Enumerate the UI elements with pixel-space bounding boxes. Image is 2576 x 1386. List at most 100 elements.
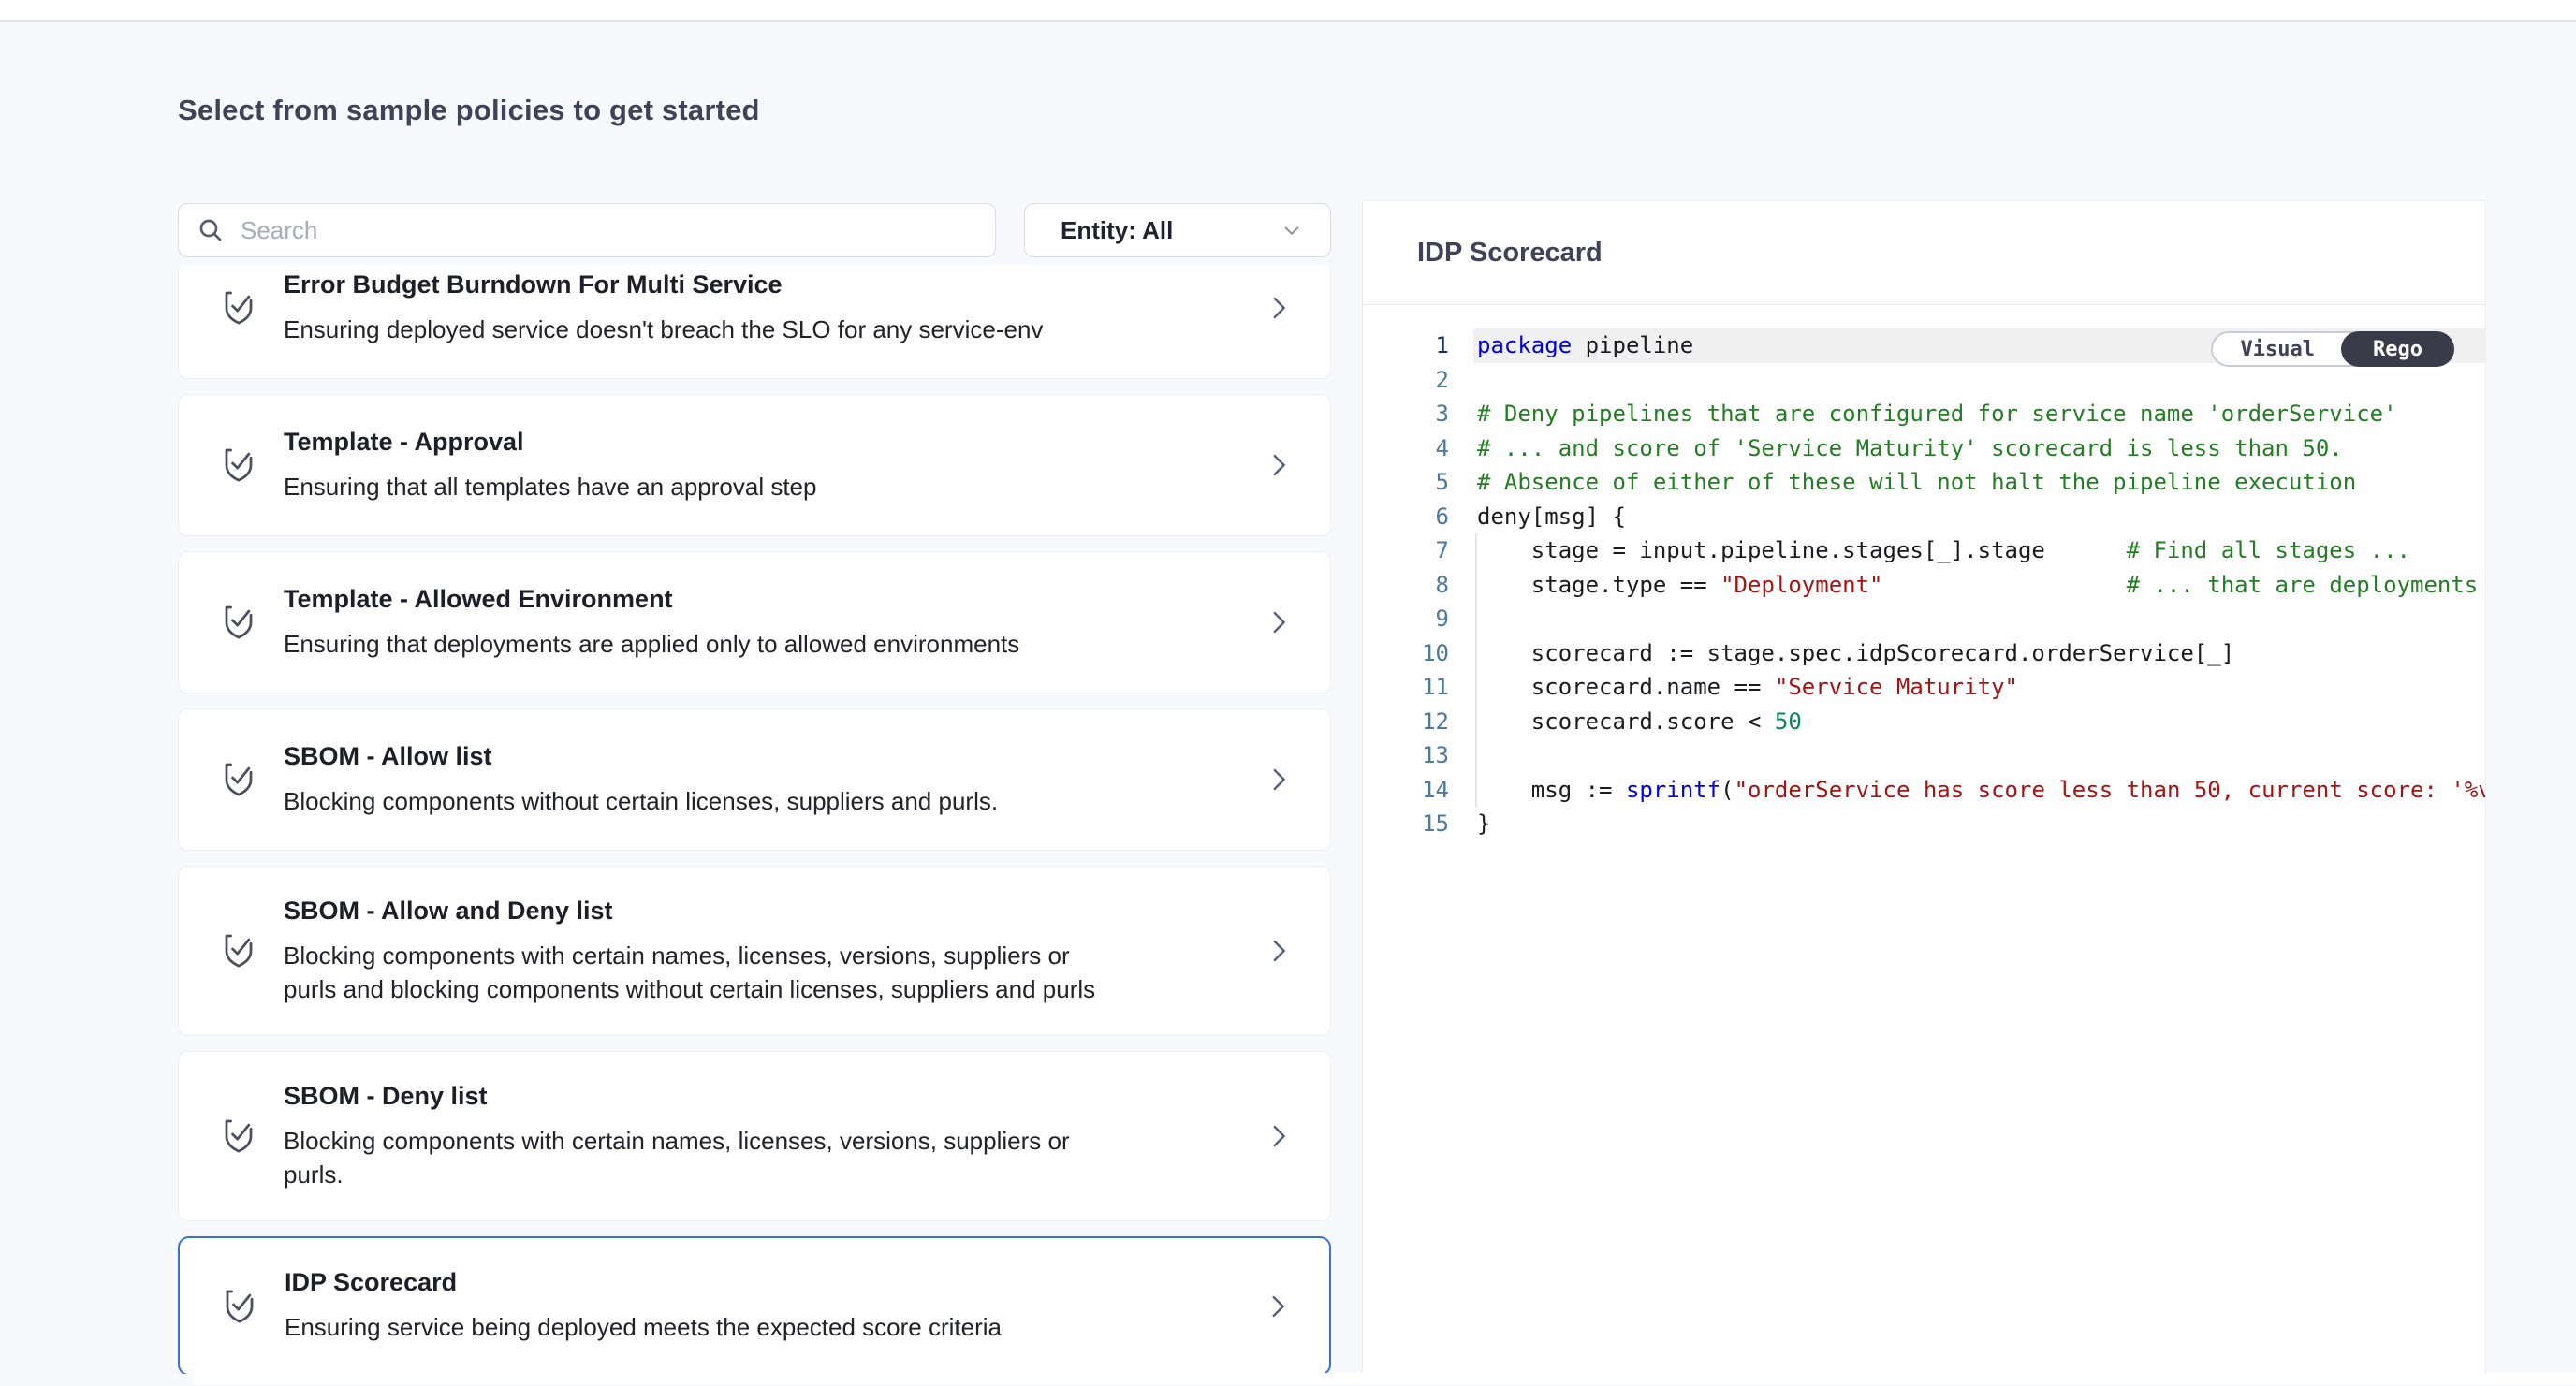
code-text: msg := sprintf("orderService has score l…	[1449, 777, 2485, 803]
entity-filter-label: Entity: All	[1061, 216, 1173, 245]
policy-card[interactable]: Error Budget Burndown For Multi Service …	[178, 265, 1331, 379]
visual-rego-toggle[interactable]: VisualRego	[2211, 331, 2454, 367]
line-number: 7	[1363, 537, 1449, 563]
chevron-right-icon	[1263, 764, 1295, 795]
policy-shield-check-icon	[218, 928, 259, 973]
chevron-right-icon	[1263, 606, 1295, 638]
policy-shield-check-icon	[219, 1284, 260, 1329]
search-input[interactable]	[239, 215, 978, 246]
line-number: 13	[1363, 742, 1449, 768]
policy-card[interactable]: SBOM - Allow and Deny list Blocking comp…	[178, 866, 1331, 1036]
search-icon	[196, 215, 226, 245]
entity-filter-dropdown[interactable]: Entity: All	[1024, 203, 1331, 257]
line-number: 8	[1363, 572, 1449, 598]
code-line: 4# ... and score of 'Service Maturity' s…	[1363, 431, 2485, 466]
policy-card-title: Template - Approval	[284, 428, 1263, 457]
line-number: 14	[1363, 777, 1449, 803]
policy-card-text: SBOM - Deny list Blocking components wit…	[284, 1082, 1263, 1191]
policy-list: Error Budget Burndown For Multi Service …	[178, 265, 1331, 1374]
policy-shield-check-icon	[218, 600, 259, 645]
chevron-right-icon	[1263, 1120, 1295, 1152]
policy-card-text: Template - Approval Ensuring that all te…	[284, 428, 1263, 503]
policy-card-description: Blocking components with certain names, …	[284, 1124, 1263, 1191]
policy-card-title: IDP Scorecard	[285, 1268, 1262, 1297]
line-number: 11	[1363, 674, 1449, 700]
policy-card-description: Ensuring deployed service doesn't breach…	[284, 313, 1263, 346]
policy-card[interactable]: Template - Allowed Environment Ensuring …	[178, 551, 1331, 693]
policy-shield-check-icon	[218, 443, 259, 488]
policy-card[interactable]: SBOM - Deny list Blocking components wit…	[178, 1051, 1331, 1221]
code-line: 9	[1363, 602, 2485, 636]
policy-card-description: Ensuring that deployments are applied on…	[284, 627, 1263, 661]
policy-card-description: Ensuring service being deployed meets th…	[285, 1310, 1262, 1344]
rego-code-editor[interactable]: VisualRego 1package pipeline2 3# Deny pip…	[1363, 305, 2485, 1386]
line-number: 2	[1363, 367, 1449, 393]
policy-shield-check-icon	[218, 757, 259, 802]
code-text: # Deny pipelines that are configured for…	[1449, 401, 2397, 427]
policy-shield-check-icon	[218, 285, 259, 330]
chevron-right-icon	[1263, 449, 1295, 481]
code-line: 8 stage.type == "Deployment" # ... that …	[1363, 568, 2485, 603]
line-number: 4	[1363, 435, 1449, 461]
code-text: # ... and score of 'Service Maturity' sc…	[1449, 435, 2343, 461]
code-text: scorecard := stage.spec.idpScorecard.ord…	[1449, 640, 2234, 666]
code-text: # Absence of either of these will not ha…	[1449, 469, 2356, 495]
line-number: 1	[1363, 332, 1449, 358]
code-line: 12 scorecard.score < 50	[1363, 705, 2485, 739]
code-line: 7 stage = input.pipeline.stages[_].stage…	[1363, 533, 2485, 568]
sample-policies-page: Select from sample policies to get start…	[0, 0, 2576, 1385]
chevron-right-icon	[1262, 1291, 1294, 1322]
policy-card-description: Ensuring that all templates have an appr…	[284, 470, 1263, 503]
code-text: stage.type == "Deployment" # ... that ar…	[1449, 572, 2478, 598]
policy-card-text: SBOM - Allow list Blocking components wi…	[284, 742, 1263, 818]
line-number: 3	[1363, 401, 1449, 427]
toggle-option-rego[interactable]: Rego	[2341, 331, 2454, 367]
code-line: 13	[1363, 738, 2485, 773]
bottom-strip	[194, 1373, 2576, 1385]
code-line: 14 msg := sprintf("orderService has scor…	[1363, 773, 2485, 808]
code-text: package pipeline	[1449, 332, 1693, 358]
code-line: 6deny[msg] {	[1363, 500, 2485, 534]
policy-card[interactable]: Template - Approval Ensuring that all te…	[178, 394, 1331, 536]
code-line: 15}	[1363, 807, 2485, 841]
code-line: 10 scorecard := stage.spec.idpScorecard.…	[1363, 636, 2485, 671]
policy-card-text: Error Budget Burndown For Multi Service …	[284, 270, 1263, 346]
code-line: 3# Deny pipelines that are configured fo…	[1363, 397, 2485, 431]
code-text: scorecard.name == "Service Maturity"	[1449, 674, 2018, 700]
code-line: 11 scorecard.name == "Service Maturity"	[1363, 670, 2485, 705]
line-number: 10	[1363, 640, 1449, 666]
preview-header: IDP Scorecard	[1363, 201, 2485, 305]
policy-card-title: SBOM - Allow and Deny list	[284, 897, 1263, 926]
code-line: 5# Absence of either of these will not h…	[1363, 465, 2485, 500]
line-number: 5	[1363, 469, 1449, 495]
policy-shield-check-icon	[218, 1114, 259, 1159]
policy-card-description: Blocking components without certain lice…	[284, 784, 1263, 818]
policy-card-title: Error Budget Burndown For Multi Service	[284, 270, 1263, 299]
chevron-right-icon	[1263, 292, 1295, 324]
code-text: deny[msg] {	[1449, 503, 1626, 530]
policy-preview-panel: IDP Scorecard VisualRego 1package pipeli…	[1362, 200, 2486, 1385]
line-number: 12	[1363, 708, 1449, 735]
search-box[interactable]	[178, 203, 996, 257]
top-bar	[0, 0, 2576, 22]
policy-card-text: IDP Scorecard Ensuring service being dep…	[285, 1268, 1262, 1344]
page-title: Select from sample policies to get start…	[178, 94, 760, 127]
policy-card-text: SBOM - Allow and Deny list Blocking comp…	[284, 897, 1263, 1006]
policy-card-title: SBOM - Allow list	[284, 742, 1263, 771]
policy-card[interactable]: SBOM - Allow list Blocking components wi…	[178, 708, 1331, 851]
toolbar: Entity: All	[178, 203, 1331, 257]
policy-card-title: Template - Allowed Environment	[284, 585, 1263, 614]
policy-card-description: Blocking components with certain names, …	[284, 939, 1263, 1006]
line-number: 6	[1363, 503, 1449, 530]
policy-card-text: Template - Allowed Environment Ensuring …	[284, 585, 1263, 661]
chevron-down-icon	[1280, 218, 1304, 242]
toggle-option-visual[interactable]: Visual	[2213, 333, 2343, 365]
code-text: }	[1449, 810, 1490, 837]
policy-card[interactable]: IDP Scorecard Ensuring service being dep…	[178, 1236, 1331, 1374]
policy-card-title: SBOM - Deny list	[284, 1082, 1263, 1111]
chevron-right-icon	[1263, 935, 1295, 967]
line-number: 15	[1363, 810, 1449, 837]
code-lines: 1package pipeline2 3# Deny pipelines that…	[1363, 328, 2485, 841]
code-text: stage = input.pipeline.stages[_].stage #…	[1449, 537, 2410, 563]
code-text: scorecard.score < 50	[1449, 708, 1802, 735]
